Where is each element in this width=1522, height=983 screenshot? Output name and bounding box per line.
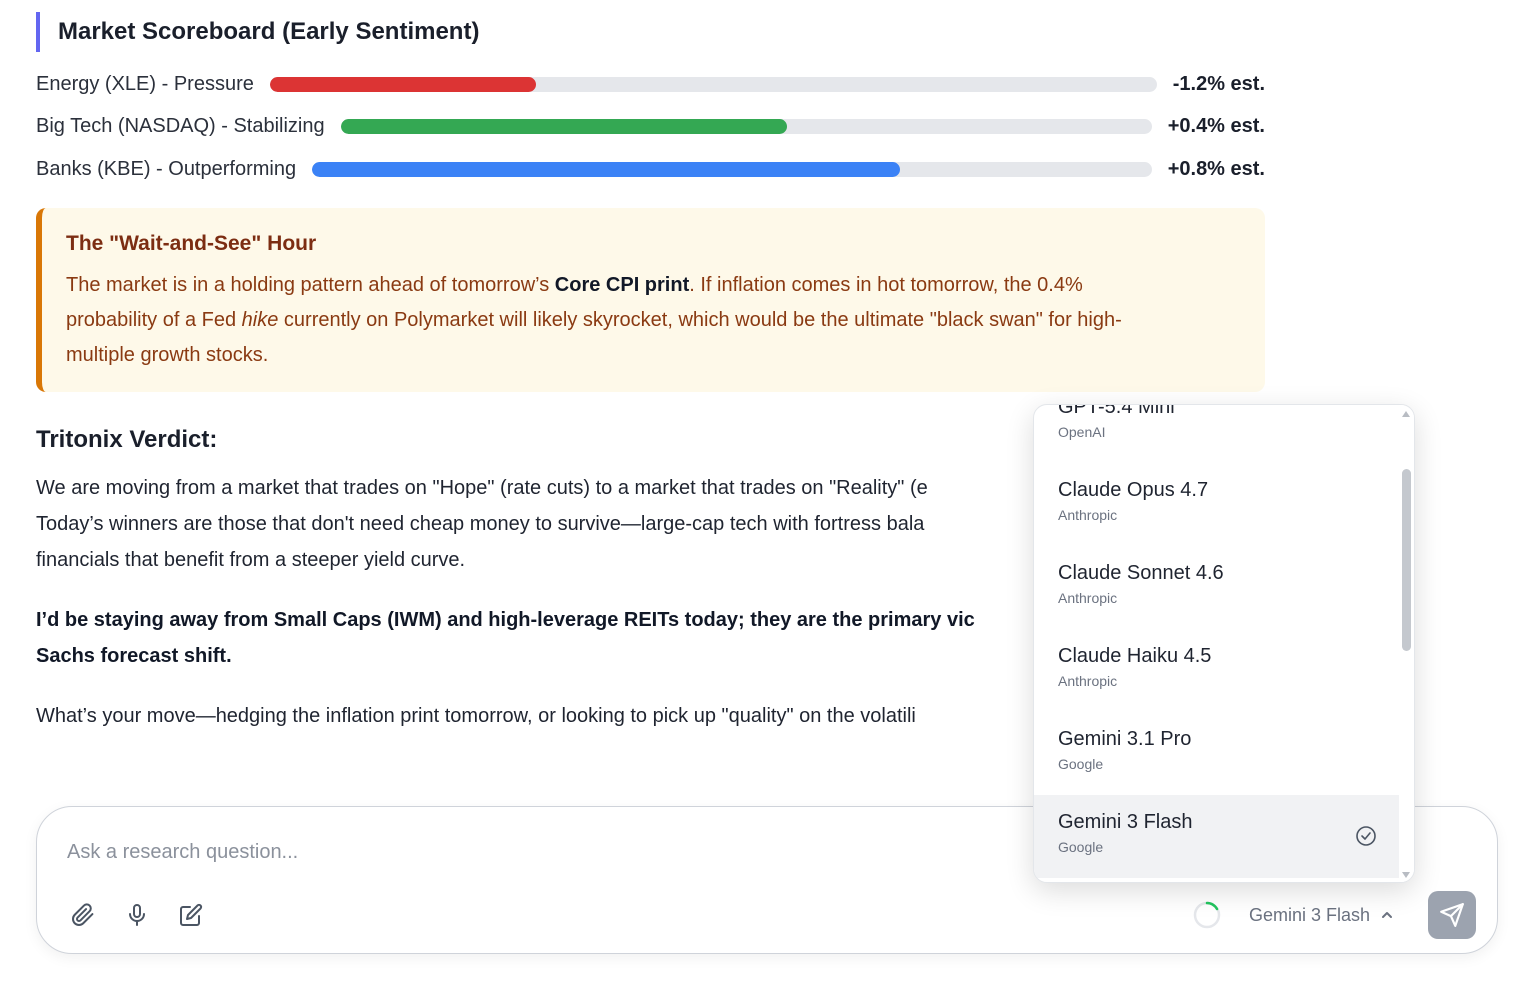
model-option-gemini-flash[interactable]: Gemini 3 Flash Google: [1034, 795, 1401, 878]
score-bar-fill: [269, 76, 536, 92]
scoreboard-title: Market Scoreboard (Early Sentiment): [36, 12, 479, 52]
model-option-provider: OpenAI: [1058, 424, 1106, 440]
score-value: +0.8% est.: [1167, 157, 1265, 180]
model-option-claude-opus[interactable]: Claude Opus 4.7 Anthropic: [1034, 463, 1401, 546]
score-bar-fill: [340, 118, 787, 134]
scroll-up-arrow-icon[interactable]: [1402, 411, 1410, 417]
callout-body: The market is in a holding pattern ahead…: [66, 268, 1237, 373]
score-row-energy: Energy (XLE) - Pressure -1.2% est.: [36, 69, 1265, 99]
verdict-title: Tritonix Verdict:: [36, 426, 218, 453]
chevron-up-icon: [1382, 912, 1393, 918]
callout-text: The market is in a holding pattern ahead…: [66, 274, 555, 296]
model-option-name: Gemini 3.1 Pro: [1058, 728, 1192, 750]
model-option-provider: Anthropic: [1058, 673, 1118, 689]
scroll-down-arrow-icon[interactable]: [1402, 872, 1410, 878]
model-selector[interactable]: Gemini 3 Flash: [1249, 901, 1394, 929]
model-option-gemini-pro[interactable]: Gemini 3.1 Pro Google: [1034, 712, 1401, 795]
research-question-input[interactable]: [67, 835, 967, 869]
score-bar-track: [312, 161, 1152, 177]
dropdown-scrollbar[interactable]: [1399, 405, 1414, 882]
model-option-claude-haiku[interactable]: Claude Haiku 4.5 Anthropic: [1034, 629, 1401, 712]
model-option-name: Claude Haiku 4.5: [1058, 645, 1212, 667]
scrollbar-thumb[interactable]: [1402, 469, 1411, 651]
score-value: -1.2% est.: [1172, 72, 1265, 95]
model-option-provider: Google: [1058, 756, 1104, 772]
send-button[interactable]: [1428, 891, 1476, 939]
model-list[interactable]: GPT-5.4 Mini OpenAI Claude Opus 4.7 Anth…: [1034, 405, 1401, 882]
model-option-name: GPT-5.4 Mini: [1058, 405, 1175, 418]
model-option-provider: Anthropic: [1058, 507, 1118, 523]
callout-italic: hike: [241, 309, 279, 331]
callout-emphasis: Core CPI print: [554, 274, 690, 296]
score-bar-fill: [312, 161, 900, 177]
edit-icon[interactable]: [177, 901, 205, 929]
score-value: +0.4% est.: [1167, 114, 1265, 137]
score-bar-track: [340, 118, 1152, 134]
callout-title: The "Wait-and-See" Hour: [66, 232, 317, 255]
model-option-gpt-mini[interactable]: GPT-5.4 Mini OpenAI: [1034, 405, 1401, 463]
model-dropdown: GPT-5.4 Mini OpenAI Claude Opus 4.7 Anth…: [1033, 404, 1415, 883]
score-label: Energy (XLE) - Pressure: [36, 72, 254, 95]
score-row-banks: Banks (KBE) - Outperforming +0.8% est.: [36, 154, 1265, 184]
check-circle-icon: [1356, 826, 1376, 846]
callout-box: The "Wait-and-See" Hour The market is in…: [36, 208, 1265, 392]
callout-text: currently on Polymarket will likely skyr…: [278, 309, 1122, 331]
model-option-claude-sonnet[interactable]: Claude Sonnet 4.6 Anthropic: [1034, 546, 1401, 629]
model-option-provider: Anthropic: [1058, 590, 1118, 606]
model-option-name: Gemini 3 Flash: [1058, 811, 1193, 833]
model-selector-label: Gemini 3 Flash: [1249, 904, 1371, 925]
send-icon: [1440, 903, 1464, 927]
score-label: Banks (KBE) - Outperforming: [36, 157, 297, 180]
model-option-provider: Google: [1058, 839, 1104, 855]
spinner-icon: [1193, 901, 1221, 929]
callout-text: multiple growth stocks.: [66, 344, 269, 366]
score-bar-track: [269, 76, 1157, 92]
microphone-icon[interactable]: [123, 901, 151, 929]
model-option-name: Claude Sonnet 4.6: [1058, 562, 1224, 584]
score-label: Big Tech (NASDAQ) - Stabilizing: [36, 114, 325, 137]
score-row-big-tech: Big Tech (NASDAQ) - Stabilizing +0.4% es…: [36, 111, 1265, 141]
callout-text: probability of a Fed: [66, 309, 242, 331]
callout-text: . If inflation comes in hot tomorrow, th…: [689, 274, 1083, 296]
model-option-name: Claude Opus 4.7: [1058, 479, 1209, 501]
paperclip-icon[interactable]: [69, 901, 97, 929]
